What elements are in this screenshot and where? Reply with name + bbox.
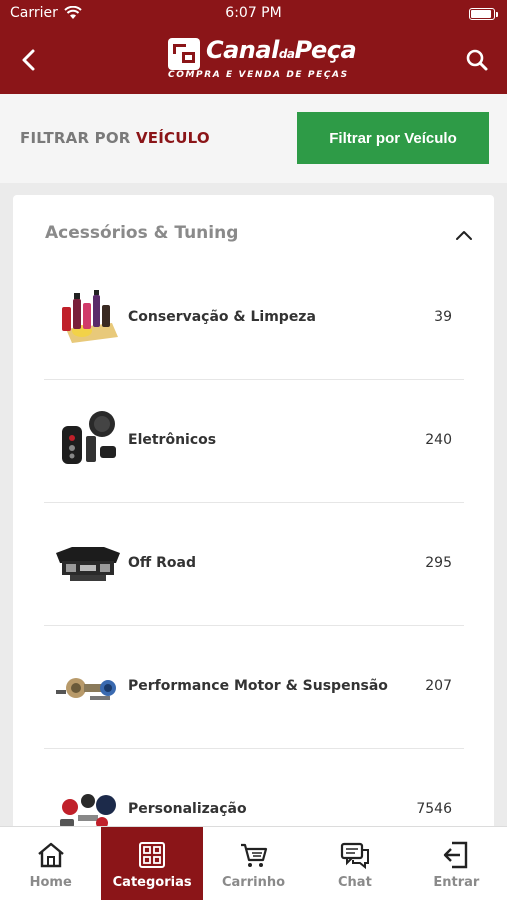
back-button[interactable] [14, 44, 46, 76]
vehicle-filter-bar: FILTRAR POR VEÍCULO Filtrar por Veículo [0, 94, 507, 183]
login-icon [444, 841, 468, 869]
chat-icon [340, 842, 369, 870]
turbo-parts-image [56, 678, 116, 700]
category-count: 240 [425, 432, 452, 448]
logo-name: CanaldaPeça [206, 36, 357, 64]
filter-label: FILTRAR POR VEÍCULO [20, 129, 210, 147]
bottom-tab-bar: Home Categorias Carrinho Chat Entrar [0, 826, 507, 900]
chevron-left-icon [22, 49, 35, 71]
tab-categorias[interactable]: Categorias [101, 827, 203, 900]
category-count: 295 [425, 555, 452, 571]
category-count: 207 [425, 678, 452, 694]
tab-chat[interactable]: Chat [304, 827, 405, 900]
logo-mark-icon [168, 38, 200, 70]
car-alarm-electronics-image [62, 411, 116, 464]
home-icon [37, 842, 64, 868]
category-count: 7546 [416, 801, 452, 817]
search-icon [466, 49, 488, 71]
category-name: Off Road [128, 555, 196, 571]
chevron-up-icon [456, 231, 472, 240]
battery-icon [469, 8, 498, 20]
offroad-bumper-image [56, 547, 120, 581]
category-item-personalizacao[interactable]: Personalização 7546 [44, 749, 464, 835]
tab-label: Chat [338, 875, 372, 890]
category-name: Conservação & Limpeza [128, 309, 316, 325]
tab-entrar[interactable]: Entrar [406, 827, 507, 900]
category-name: Eletrônicos [128, 432, 217, 448]
category-item-performance[interactable]: Performance Motor & Suspensão 207 [44, 626, 464, 749]
tab-label: Entrar [433, 875, 480, 890]
tab-home[interactable]: Home [0, 827, 101, 900]
category-name: Performance Motor & Suspensão [128, 678, 388, 694]
cleaning-products-image [62, 290, 118, 343]
category-item-off-road[interactable]: Off Road 295 [44, 503, 464, 626]
filter-by-vehicle-button[interactable]: Filtrar por Veículo [297, 112, 489, 164]
category-item-conservacao-limpeza[interactable]: Conservação & Limpeza 39 [44, 257, 464, 380]
status-bar: Carrier 6:07 PM [0, 0, 507, 28]
app-header: CanaldaPeça COMPRA E VENDA DE PEÇAS [0, 28, 507, 94]
tab-label: Categorias [112, 875, 192, 890]
category-group-title: Acessórios & Tuning [45, 223, 239, 243]
clock: 6:07 PM [225, 5, 282, 21]
category-card: Acessórios & Tuning Conservação & Limpez… [13, 195, 494, 835]
app-logo: CanaldaPeça COMPRA E VENDA DE PEÇAS [168, 36, 357, 86]
cart-icon [240, 843, 267, 867]
tab-carrinho[interactable]: Carrinho [203, 827, 304, 900]
tab-label: Carrinho [221, 875, 286, 890]
grid-icon [139, 842, 166, 868]
tab-label: Home [29, 875, 72, 890]
category-name: Personalização [128, 801, 247, 817]
category-item-eletronicos[interactable]: Eletrônicos 240 [44, 380, 464, 503]
search-button[interactable] [461, 44, 493, 76]
category-count: 39 [434, 309, 452, 325]
logo-tagline: COMPRA E VENDA DE PEÇAS [168, 70, 349, 80]
